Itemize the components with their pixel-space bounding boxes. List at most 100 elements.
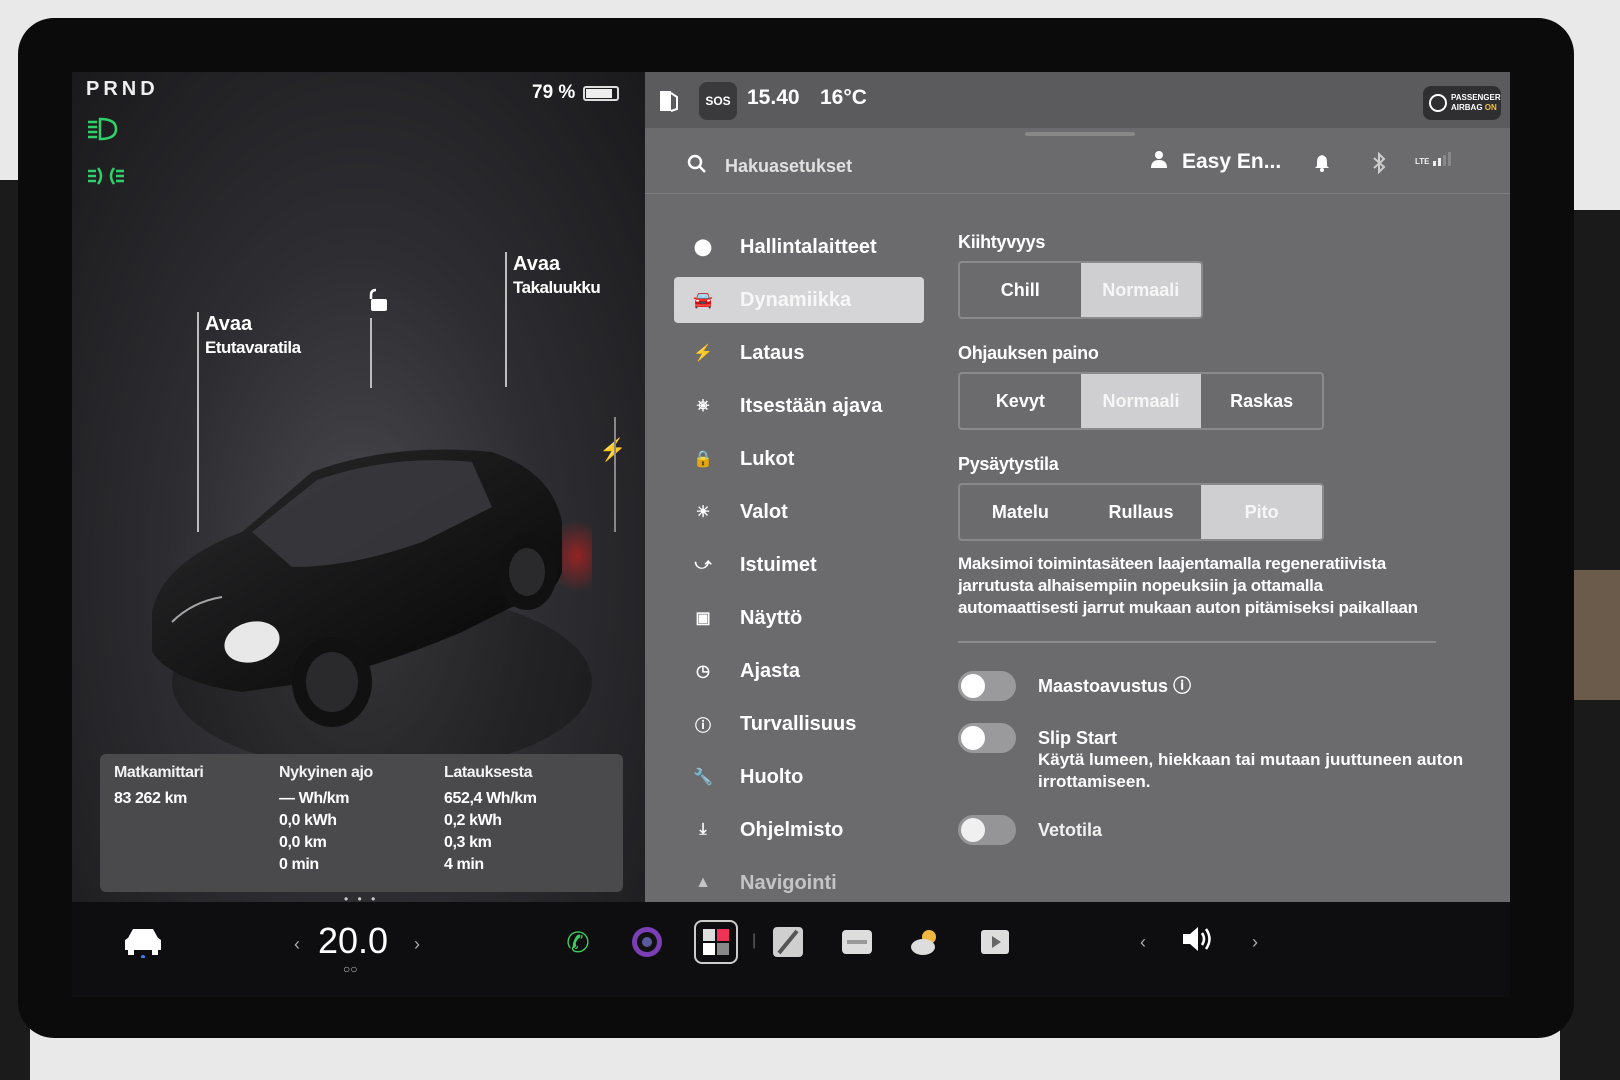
slip-start-row: Slip Start Käytä lumeen, hiekkaan tai mu… [958, 723, 1478, 793]
trunk-subtitle: Takaluukku [513, 278, 601, 297]
menu-item-dynamics[interactable]: 🚘 Dynamiikka [674, 277, 924, 323]
menu-label: Valot [740, 500, 788, 523]
menu-item-lights[interactable]: ☀ Valot [674, 489, 924, 535]
since-charge-column: Latauksesta 652,4 Wh/km 0,2 kWh 0,3 km 4… [444, 764, 537, 882]
seat-heater-icon[interactable]: ○○ [343, 962, 358, 976]
airbag-line2: AIRBAG [1451, 103, 1483, 112]
slip-start-label: Slip Start [1038, 728, 1118, 748]
menu-item-schedule[interactable]: ◷ Ajasta [674, 648, 924, 694]
trunk-title: Avaa [513, 253, 561, 275]
open-frunk-button[interactable]: Avaa Etutavaratila [205, 312, 301, 360]
current-duration: 0 min [279, 856, 319, 873]
bottom-dock: ‹ 20.0 ○○ › ✆ | ‹ › [72, 902, 1510, 997]
menu-label: Turvallisuus [740, 712, 857, 735]
acceleration-selector: Chill Normaali [958, 261, 1203, 319]
toggle-icon: ⬤ [694, 239, 712, 256]
lock-icon: 🔒 [693, 451, 713, 468]
open-trunk-button[interactable]: Avaa Takaluukku [513, 252, 601, 300]
charge-port-icon[interactable]: ⚡ [599, 437, 626, 463]
sos-label: SOS [705, 94, 731, 108]
stopping-option-hold[interactable]: Pito [1201, 485, 1322, 539]
car-icon[interactable] [122, 924, 164, 963]
tow-mode-toggle[interactable] [958, 815, 1016, 845]
weather-icon[interactable] [904, 920, 948, 964]
sun-icon: ☀ [695, 504, 711, 521]
driver-profile-button[interactable]: Easy En... [1150, 150, 1281, 174]
tow-mode-label: Vetotila [1038, 820, 1103, 840]
clock-icon: ◷ [696, 663, 710, 680]
media-player-icon[interactable] [973, 920, 1017, 964]
unlock-icon[interactable] [365, 288, 387, 311]
offroad-assist-label: Maastoavustus [1038, 676, 1169, 696]
wrench-icon: 🔧 [693, 769, 713, 786]
camera-icon[interactable] [625, 920, 669, 964]
car-image [152, 449, 592, 772]
menu-item-charging[interactable]: ⚡ Lataus [674, 330, 924, 376]
volume-down-chevron-icon[interactable]: ‹ [1140, 932, 1146, 953]
battery-percent: 79 % [532, 82, 576, 103]
since-charge-energy-rate: 652,4 Wh/km [444, 790, 537, 807]
outside-temperature: 16°C [820, 86, 867, 109]
app-launcher-icon[interactable] [694, 920, 738, 964]
airbag-line1: PASSENGER [1451, 93, 1501, 102]
navigation-icon: ▲ [695, 874, 711, 891]
phone-icon[interactable]: ✆ [556, 920, 600, 964]
menu-label: Lataus [740, 341, 805, 364]
odometer-value: 83 262 km [114, 790, 187, 807]
toybox-icon[interactable] [835, 920, 879, 964]
menu-item-navigation[interactable]: ▲ Navigointi [674, 860, 924, 906]
settings-panel: SOS 15.40 16°C PASSENGER AIRBAG ON Easy … [645, 72, 1510, 902]
steering-title: Ohjauksen paino [958, 343, 1099, 363]
frunk-title: Avaa [205, 313, 253, 335]
info-icon[interactable]: ⓘ [1173, 676, 1191, 696]
frunk-subtitle: Etutavaratila [205, 338, 301, 357]
steering-option-normal[interactable]: Normaali [1080, 374, 1202, 428]
menu-item-autopilot[interactable]: ⎈ Itsestään ajava [674, 383, 924, 429]
parking-light-icon [86, 164, 126, 195]
volume-up-chevron-icon[interactable]: › [1252, 932, 1258, 953]
gear-indicator: PRND [86, 78, 159, 100]
bluetooth-icon[interactable] [1372, 151, 1386, 180]
steering-option-light[interactable]: Kevyt [960, 374, 1081, 428]
menu-item-software[interactable]: ⤓ Ohjelmisto [674, 807, 924, 853]
status-bar: SOS 15.40 16°C PASSENGER AIRBAG ON [645, 72, 1510, 128]
seat-icon: ⤻ [694, 556, 712, 573]
temp-up-chevron-icon[interactable]: › [414, 934, 420, 955]
door-open-icon[interactable] [649, 82, 687, 120]
menu-label: Ajasta [740, 659, 801, 682]
navigation-icon[interactable] [766, 920, 810, 964]
user-name: Easy En... [1182, 150, 1282, 173]
battery-status: 79 % [532, 82, 620, 104]
current-energy-rate: — Wh/km [279, 790, 350, 807]
headlight-icon [86, 116, 122, 149]
acceleration-title: Kiihtyvyys [958, 232, 1046, 252]
stopping-option-creep[interactable]: Matelu [960, 485, 1081, 539]
speaker-icon[interactable] [1180, 924, 1216, 959]
offroad-assist-toggle[interactable] [958, 671, 1016, 701]
climate-temperature[interactable]: 20.0 [318, 920, 388, 962]
stopping-option-roll[interactable]: Rullaus [1081, 485, 1202, 539]
battery-icon [583, 85, 620, 101]
slip-start-description: Käytä lumeen, hiekkaan tai mutaan juuttu… [1038, 750, 1464, 791]
menu-item-locks[interactable]: 🔒 Lukot [674, 436, 924, 482]
settings-search-input[interactable] [725, 150, 1025, 182]
sos-button[interactable]: SOS [699, 82, 737, 120]
current-drive-label: Nykyinen ajo [279, 764, 373, 781]
menu-label: Dynamiikka [740, 288, 852, 311]
menu-item-controls[interactable]: ⬤ Hallintalaitteet [674, 224, 924, 270]
stopping-mode-selector: Matelu Rullaus Pito [958, 483, 1324, 541]
menu-item-service[interactable]: 🔧 Huolto [674, 754, 924, 800]
acceleration-option-chill[interactable]: Chill [960, 263, 1081, 317]
bell-icon[interactable] [1314, 154, 1330, 177]
offroad-assist-row: Maastoavustus ⓘ [958, 671, 1478, 701]
drag-handle[interactable] [1025, 132, 1135, 136]
search-row: Easy En... LTE [645, 144, 1510, 194]
steering-option-heavy[interactable]: Raskas [1201, 374, 1322, 428]
menu-item-safety[interactable]: ⓘ Turvallisuus [674, 701, 924, 747]
acceleration-option-normal[interactable]: Normaali [1080, 263, 1201, 317]
menu-item-display[interactable]: ▣ Näyttö [674, 595, 924, 641]
menu-item-seats[interactable]: ⤻ Istuimet [674, 542, 924, 588]
slip-start-toggle[interactable] [958, 723, 1016, 753]
menu-label: Itsestään ajava [740, 394, 883, 417]
temp-down-chevron-icon[interactable]: ‹ [294, 934, 300, 955]
